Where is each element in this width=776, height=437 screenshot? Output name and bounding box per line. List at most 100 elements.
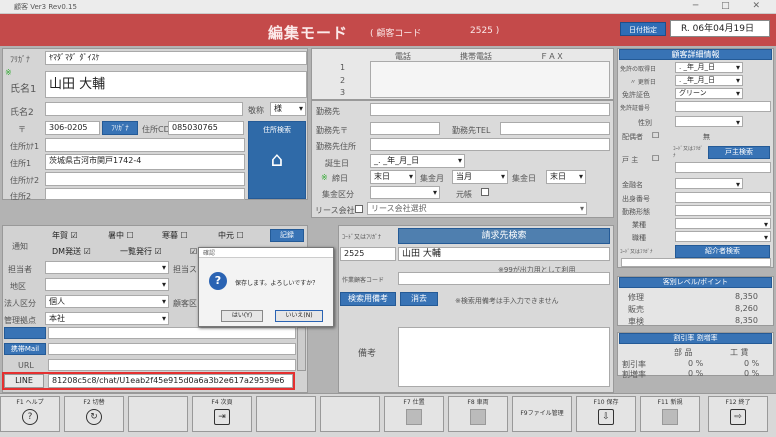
yes-button[interactable]: はい(Y) [221,310,263,322]
kanbo-label: 寒暮 [162,231,178,240]
phone-row-3: 3 [340,88,346,97]
name1-field[interactable]: 山田 大輔 [45,71,307,98]
furigana-field[interactable]: ﾔﾏﾀﾞﾏﾀﾞ ﾀﾞｲｽｹ [45,51,307,65]
discount-col-labor: 工 賃 [730,348,749,357]
gender-select[interactable] [675,116,743,127]
gender-label: 性別 [638,119,652,127]
school-select[interactable] [675,178,743,189]
spouse-checkbox[interactable]: ☐ [652,131,659,140]
f1-help-button[interactable]: F1 ヘルプ? [0,396,60,432]
householder-search-button[interactable]: 戸主検索 [708,146,770,159]
zip-field[interactable]: 306-0205 [45,121,100,135]
name2-field[interactable] [45,102,243,116]
side-scrollbar[interactable] [297,327,306,371]
phone-cells[interactable] [370,61,610,98]
address-kana2-field[interactable] [45,172,245,186]
chugen-check[interactable]: 中元 ☐ [218,230,244,241]
billing-search-button[interactable]: 請求先検索 [398,228,610,244]
billing-code-field[interactable]: 2525 [340,247,396,261]
work-address-field[interactable] [370,138,610,151]
billing-name-field[interactable]: 山田 大輔 [398,247,610,261]
f9-file-button[interactable]: F9ファイル管理 [512,396,572,432]
collect-month-select[interactable]: 当月 [452,170,508,184]
ichiran-check[interactable]: 一覧発行 ☑ [120,246,162,257]
mgmt-select[interactable]: 本社 [45,312,169,325]
work-zip-field[interactable] [370,122,440,135]
workplace-field[interactable] [370,103,610,116]
introducer-search-button[interactable]: 紹介者検索 [675,245,770,258]
remarks-field[interactable] [398,327,610,387]
address1-field[interactable]: 茨城県古河市関戸1742-4 [45,154,245,170]
f3-button[interactable] [128,396,188,432]
email-field[interactable] [48,327,296,339]
post-select[interactable] [675,231,771,242]
memo-clear-button[interactable]: 消去 [400,292,438,306]
f6-button[interactable] [320,396,380,432]
f11-new-button[interactable]: F11 新規 [640,396,700,432]
kanbo-check[interactable]: 寒暮 ☐ [162,230,188,241]
area-select[interactable] [370,186,440,199]
work-address-label: 勤務先住所 [316,142,356,151]
address2-field[interactable] [45,188,245,200]
remarks-label: 備考 [358,349,377,359]
lease-select[interactable]: リース会社選択 [367,202,587,215]
surcharge-row-label: 割増率 [622,370,646,379]
corp-select[interactable]: 個人 [45,295,169,308]
nenga-check[interactable]: 年賀 ☑ [52,230,78,241]
discount-parts-value: 0 % [688,359,704,368]
furigana-button[interactable]: ﾌﾘｶﾞﾅ [102,121,138,135]
close-select[interactable]: 末日 [370,170,416,184]
exit-icon: ⇨ [730,409,746,425]
memo-search-button[interactable]: 検索用備考 [340,292,396,306]
ops-code-field[interactable] [398,272,610,285]
window-controls[interactable]: ─ □ ✕ [693,1,770,11]
furigana-label: ﾌﾘｶﾞﾅ [10,55,30,64]
householder-field[interactable] [675,162,771,173]
dm-check[interactable]: DM発送 ☑ [52,246,91,257]
region-label: 地区 [10,282,26,291]
work-tel-field[interactable] [500,122,610,135]
f12-exit-button[interactable]: F12 終了 ⇨ [708,396,768,432]
customer-code-label: ( 顧客コード [370,29,422,39]
introducer-field[interactable] [621,258,771,267]
address-kana1-field[interactable] [45,138,245,152]
branch-field[interactable] [675,192,771,203]
rank-repair-value: 8,350 [735,292,758,301]
f5-button[interactable] [256,396,316,432]
address-search-button[interactable]: 住所検索 ⌂ [248,121,306,199]
staff-select[interactable] [45,261,169,274]
renew-date-field[interactable]: . _年_月_日 [675,75,743,86]
f2-label: F2 切替 [83,399,105,406]
ledger-checkbox[interactable] [481,188,489,196]
f7-button[interactable]: F7 仕置 [384,396,444,432]
birthday-field[interactable]: _. _年_月_日 [370,154,465,168]
f12-label: F12 終了 [725,399,751,406]
mobile-mail-button[interactable]: 携帯Mail [4,343,46,355]
work-type-select[interactable] [675,218,771,229]
f8-vehicle-button[interactable]: F8 車両 [448,396,508,432]
license-no-field[interactable] [675,101,771,112]
f7-label: F7 仕置 [403,399,425,406]
license-color-select[interactable]: グリーン [675,88,743,99]
region-select[interactable] [45,278,169,291]
memo-note: ※検索用備考は手入力できません [455,297,559,305]
address-cd-field[interactable]: 085030765 [168,121,244,135]
job-field[interactable] [675,205,771,216]
confirm-dialog: 確認 ? 保存します。よろしいですか？ はい(Y) いいえ(N) [198,247,334,327]
f10-save-button[interactable]: F10 保存 ⇩ [576,396,636,432]
date-select-button[interactable]: 日付指定 [620,22,666,36]
mobile-mail-field[interactable] [48,343,296,355]
f2-switch-button[interactable]: F2 切替 ↻ [64,396,124,432]
url-field[interactable] [48,359,296,371]
no-button[interactable]: いいえ(N) [275,310,323,322]
record-button[interactable]: 記録 [270,229,304,242]
honorific-select[interactable]: 様 [270,102,306,116]
householder-checkbox[interactable]: ☐ [652,154,659,163]
f4-next-button[interactable]: F4 次頁 ⇥ [192,396,252,432]
email-button[interactable] [4,327,46,339]
lease-checkbox[interactable] [355,205,363,213]
address-search-label: 住所検索 [263,126,291,134]
shochu-check[interactable]: 暑中 ☐ [108,230,134,241]
collect-day-select[interactable]: 末日 [546,170,586,184]
license-date-field[interactable]: . _年_月_日 [675,62,743,73]
